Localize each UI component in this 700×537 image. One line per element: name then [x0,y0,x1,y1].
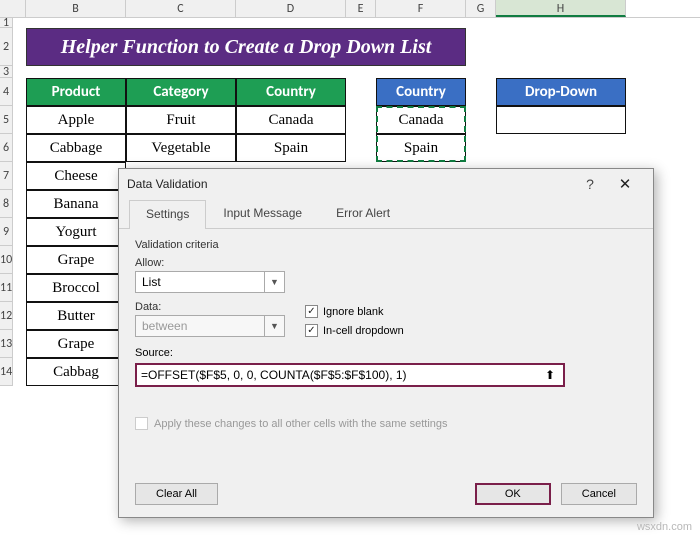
select-all-corner[interactable] [0,0,26,17]
dialog-title: Data Validation [127,177,208,191]
cancel-button[interactable]: Cancel [561,483,637,505]
incell-dropdown-label: In-cell dropdown [323,325,404,337]
ignore-blank-label: Ignore blank [323,306,384,318]
cell-product[interactable]: Butter [26,302,126,330]
row-header[interactable]: 4 [0,78,13,106]
row-header[interactable]: 9 [0,218,13,246]
cell-product[interactable]: Banana [26,190,126,218]
tab-error-alert[interactable]: Error Alert [319,199,407,228]
source-input[interactable] [141,368,541,382]
allow-value: List [142,275,161,289]
cell-country[interactable]: Spain [236,134,346,162]
dialog-tabs: Settings Input Message Error Alert [119,199,653,229]
row-header[interactable]: 7 [0,162,13,190]
header-country[interactable]: Country [236,78,346,106]
cell-category[interactable]: Vegetable [126,134,236,162]
cell-product[interactable]: Cabbage [26,134,126,162]
row-header[interactable]: 11 [0,274,13,302]
dialog-titlebar[interactable]: Data Validation ? ✕ [119,169,653,199]
cell-dropdown-target[interactable] [496,106,626,134]
row-header[interactable]: 6 [0,134,13,162]
close-button[interactable]: ✕ [605,175,645,193]
col-header[interactable]: E [346,0,376,17]
data-value: between [142,319,187,333]
range-picker-icon[interactable]: ⬆ [541,368,559,382]
allow-label: Allow: [135,257,285,269]
cell-country[interactable]: Canada [236,106,346,134]
header-country-side[interactable]: Country [376,78,466,106]
source-label: Source: [135,347,637,363]
cell-product[interactable]: Broccol [26,274,126,302]
col-header[interactable]: C [126,0,236,17]
row-header[interactable]: 10 [0,246,13,274]
header-category[interactable]: Category [126,78,236,106]
apply-same-checkbox [135,417,148,430]
clear-all-button[interactable]: Clear All [135,483,218,505]
source-input-wrap: ⬆ [135,363,565,387]
cell-product[interactable]: Grape [26,330,126,358]
header-dropdown[interactable]: Drop-Down [496,78,626,106]
data-validation-dialog: Data Validation ? ✕ Settings Input Messa… [118,168,654,518]
title-banner: Helper Function to Create a Drop Down Li… [26,28,466,66]
header-product[interactable]: Product [26,78,126,106]
cell-product[interactable]: Yogurt [26,218,126,246]
cell-product[interactable]: Cheese [26,162,126,190]
data-label: Data: [135,301,285,313]
col-header-selected[interactable]: H [496,0,626,17]
cell-category[interactable]: Fruit [126,106,236,134]
row-header[interactable]: 5 [0,106,13,134]
data-select: between ▼ [135,315,285,337]
cell-country-side[interactable]: Canada [376,106,466,134]
cell-product[interactable]: Grape [26,246,126,274]
apply-same-label: Apply these changes to all other cells w… [154,418,448,430]
row-header[interactable]: 1 [0,18,13,28]
row-header[interactable]: 2 [0,28,13,66]
watermark: wsxdn.com [637,521,692,533]
row-header[interactable]: 12 [0,302,13,330]
incell-dropdown-checkbox[interactable] [305,324,318,337]
cell-product[interactable]: Apple [26,106,126,134]
tab-settings[interactable]: Settings [129,200,206,229]
ok-button[interactable]: OK [475,483,551,505]
allow-select[interactable]: List ▼ [135,271,285,293]
col-header[interactable]: B [26,0,126,17]
column-headers: B C D E F G H [0,0,700,18]
ignore-blank-checkbox[interactable] [305,305,318,318]
col-header[interactable]: G [466,0,496,17]
chevron-down-icon: ▼ [264,316,284,336]
row-header[interactable]: 8 [0,190,13,218]
criteria-label: Validation criteria [135,239,637,251]
col-header[interactable]: F [376,0,466,17]
row-header[interactable]: 3 [0,66,13,78]
row-header[interactable]: 14 [0,358,13,386]
chevron-down-icon: ▼ [264,272,284,292]
help-button[interactable]: ? [575,176,605,192]
cell-product[interactable]: Cabbag [26,358,126,386]
cell-country-side[interactable]: Spain [376,134,466,162]
row-header[interactable]: 13 [0,330,13,358]
tab-input-message[interactable]: Input Message [206,199,319,228]
col-header[interactable]: D [236,0,346,17]
